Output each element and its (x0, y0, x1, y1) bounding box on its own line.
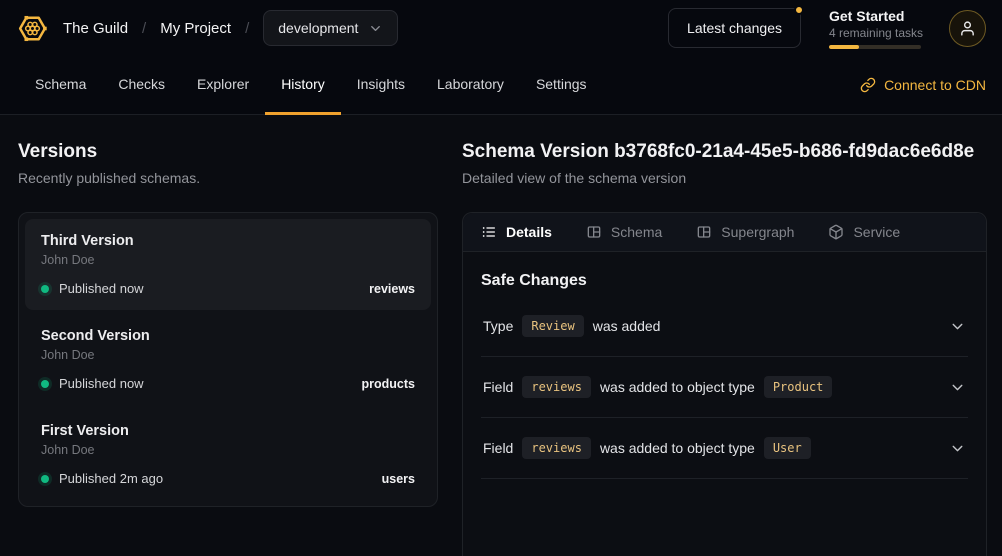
versions-title: Versions (18, 141, 438, 163)
tab-checks[interactable]: Checks (102, 56, 181, 115)
published-status-dot (41, 380, 49, 388)
version-status: Published now (59, 376, 144, 391)
top-header: The Guild / My Project / development Lat… (0, 0, 1002, 56)
published-status-dot (41, 475, 49, 483)
tab-service-label: Service (853, 224, 900, 240)
connect-to-cdn-label: Connect to CDN (884, 77, 986, 93)
latest-changes-label: Latest changes (687, 20, 782, 36)
main-navigation: Schema Checks Explorer History Insights … (0, 56, 1002, 115)
versions-section: Versions Recently published schemas. Thi… (18, 141, 438, 556)
user-icon (959, 20, 976, 37)
schema-version-section: Schema Version b3768fc0-21a4-45e5-b686-f… (462, 141, 987, 556)
change-code-badge: reviews (522, 437, 591, 459)
version-service-name: reviews (369, 282, 415, 296)
change-code-badge: User (764, 437, 811, 459)
tab-details-label: Details (506, 224, 552, 240)
breadcrumb-separator: / (142, 20, 146, 37)
chevron-down-icon (368, 21, 383, 36)
change-code-badge: reviews (522, 376, 591, 398)
change-text: was added (593, 318, 661, 334)
tab-schema-view-label: Schema (611, 224, 662, 240)
notification-dot (794, 5, 804, 15)
tab-supergraph-label: Supergraph (721, 224, 794, 240)
version-name: Second Version (41, 328, 415, 344)
columns-icon (586, 224, 602, 240)
hive-logo-icon[interactable] (16, 12, 49, 45)
change-prefix: Field (483, 379, 513, 395)
schema-version-detail-panel: Details Schema Supergraph (462, 212, 987, 556)
change-row[interactable]: Field reviews was added to object type U… (481, 418, 968, 479)
chevron-down-icon (949, 379, 966, 396)
breadcrumb-project[interactable]: My Project (160, 20, 231, 37)
tab-laboratory[interactable]: Laboratory (421, 56, 520, 115)
tab-insights[interactable]: Insights (341, 56, 421, 115)
change-row[interactable]: Field reviews was added to object type P… (481, 357, 968, 418)
chevron-down-icon (949, 440, 966, 457)
target-selector-value: development (278, 20, 358, 36)
latest-changes-button[interactable]: Latest changes (668, 8, 801, 48)
get-started-subtitle: 4 remaining tasks (829, 26, 921, 40)
schema-version-subtitle: Detailed view of the schema version (462, 170, 987, 186)
versions-list: Third Version John Doe Published now rev… (18, 212, 438, 507)
tab-settings[interactable]: Settings (520, 56, 603, 115)
version-service-name: products (362, 377, 415, 391)
published-status-dot (41, 285, 49, 293)
detail-tabbar: Details Schema Supergraph (463, 213, 986, 252)
get-started-widget[interactable]: Get Started 4 remaining tasks (829, 8, 921, 49)
tab-history[interactable]: History (265, 56, 341, 115)
get-started-progress-fill (829, 45, 859, 49)
schema-version-title: Schema Version b3768fc0-21a4-45e5-b686-f… (462, 141, 987, 163)
version-list-item[interactable]: Third Version John Doe Published now rev… (25, 219, 431, 310)
version-list-item[interactable]: Second Version John Doe Published now pr… (25, 314, 431, 405)
get-started-title: Get Started (829, 8, 921, 24)
change-text: was added to object type (600, 379, 755, 395)
version-author: John Doe (41, 348, 415, 362)
get-started-progressbar (829, 45, 921, 49)
change-row[interactable]: Type Review was added (481, 296, 968, 357)
version-author: John Doe (41, 443, 415, 457)
versions-subtitle: Recently published schemas. (18, 170, 438, 186)
target-selector[interactable]: development (263, 10, 398, 46)
version-name: First Version (41, 423, 415, 439)
user-avatar-button[interactable] (949, 10, 986, 47)
list-icon (481, 224, 497, 240)
version-name: Third Version (41, 233, 415, 249)
change-code-badge: Review (522, 315, 583, 337)
tab-explorer[interactable]: Explorer (181, 56, 265, 115)
version-service-name: users (382, 472, 415, 486)
change-prefix: Field (483, 440, 513, 456)
link-icon (860, 77, 876, 93)
breadcrumb-org[interactable]: The Guild (63, 20, 128, 37)
changes-list: Safe Changes Type Review was added Field… (463, 252, 986, 479)
safe-changes-heading: Safe Changes (481, 272, 968, 290)
change-text: was added to object type (600, 440, 755, 456)
cube-icon (828, 224, 844, 240)
tab-schema-view[interactable]: Schema (586, 224, 662, 240)
change-prefix: Type (483, 318, 513, 334)
content-area: Versions Recently published schemas. Thi… (0, 115, 1002, 556)
columns-icon (696, 224, 712, 240)
breadcrumb-separator: / (245, 20, 249, 37)
connect-to-cdn-button[interactable]: Connect to CDN (860, 56, 986, 114)
version-status: Published 2m ago (59, 471, 163, 486)
tab-supergraph[interactable]: Supergraph (696, 224, 794, 240)
version-list-item[interactable]: First Version John Doe Published 2m ago … (25, 409, 431, 500)
tab-schema[interactable]: Schema (19, 56, 102, 115)
tab-details[interactable]: Details (481, 224, 552, 240)
tab-service[interactable]: Service (828, 224, 900, 240)
chevron-down-icon (949, 318, 966, 335)
version-author: John Doe (41, 253, 415, 267)
version-status: Published now (59, 281, 144, 296)
change-code-badge: Product (764, 376, 833, 398)
